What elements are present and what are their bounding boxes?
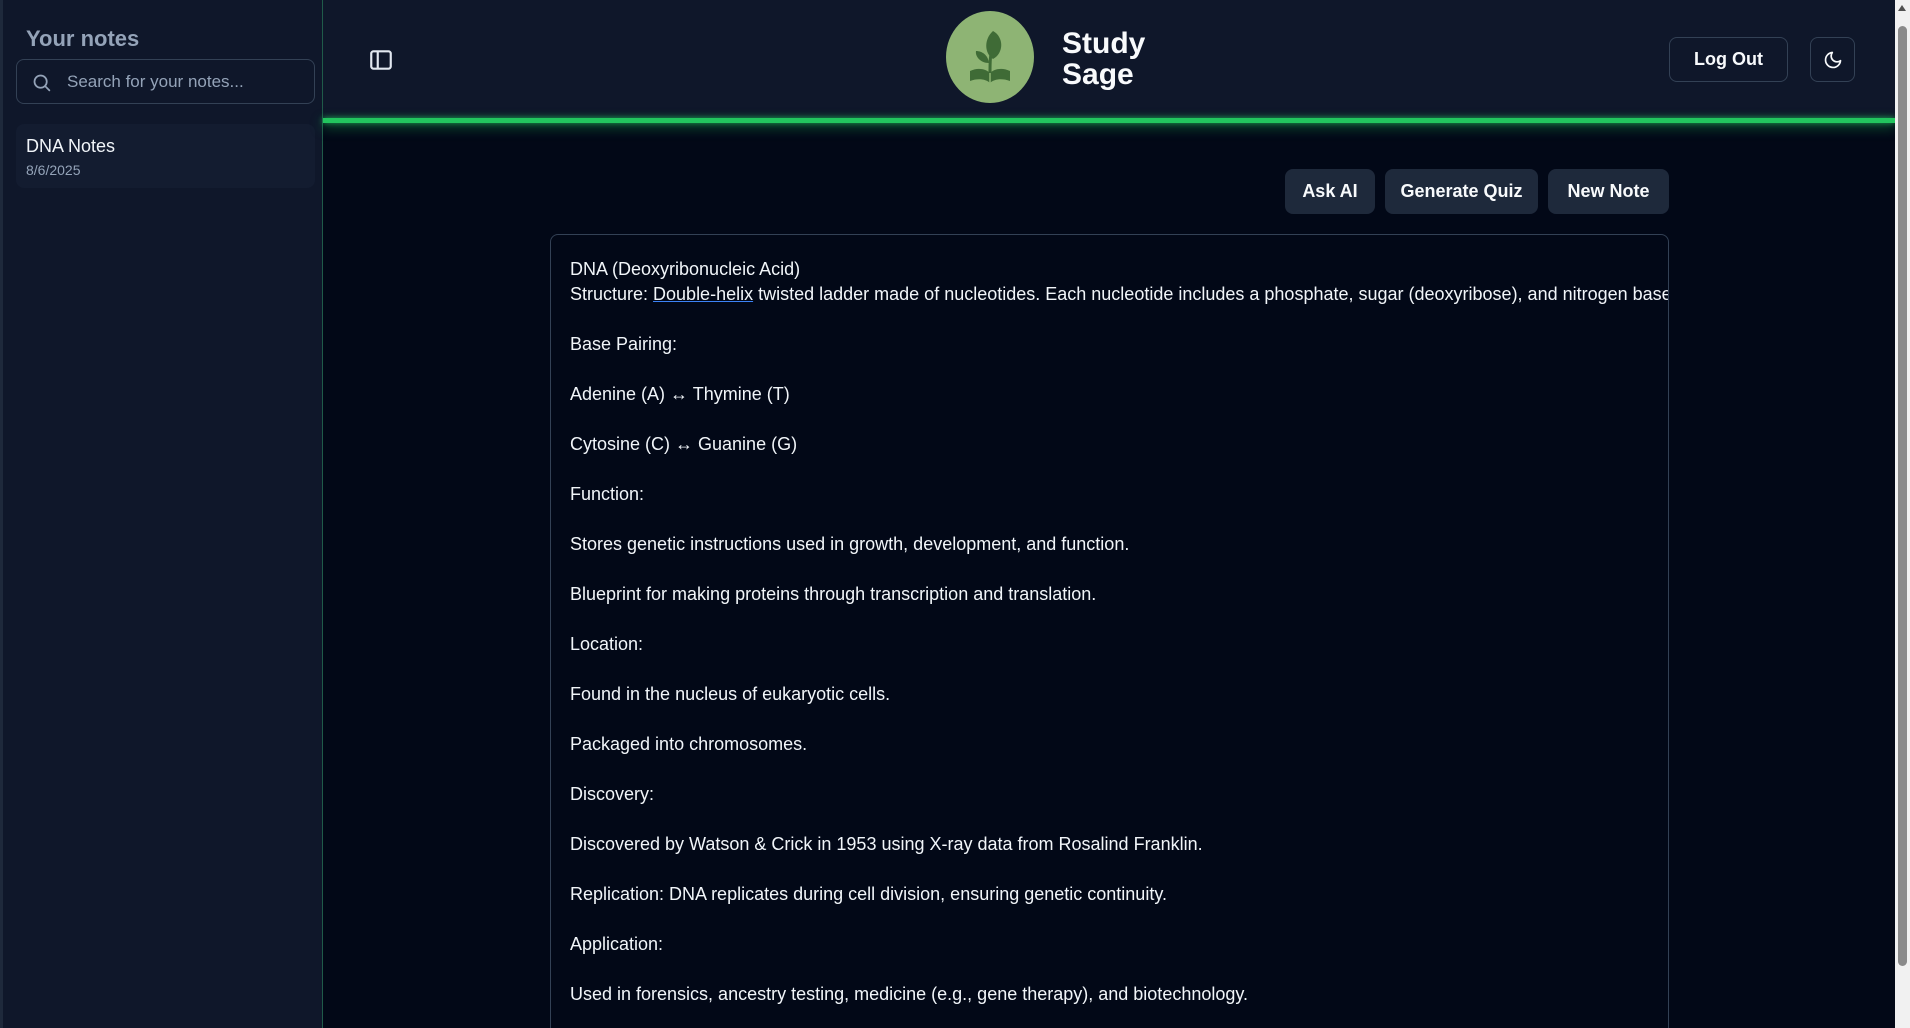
note-editor[interactable]: DNA (Deoxyribonucleic Acid) Structure: D… — [550, 234, 1669, 1028]
search-icon — [33, 74, 51, 92]
brand-line-1: Study — [1062, 27, 1146, 60]
note-date: 8/6/2025 — [26, 162, 81, 178]
note-line: Replication: DNA replicates during cell … — [570, 884, 1167, 904]
ask-ai-button[interactable]: Ask AI — [1285, 169, 1375, 214]
note-line: Adenine (A) ↔ Thymine (T) — [570, 384, 790, 404]
note-line: Cytosine (C) ↔ Guanine (G) — [570, 434, 798, 454]
note-line: DNA (Deoxyribonucleic Acid) — [570, 259, 801, 279]
generate-quiz-button[interactable]: Generate Quiz — [1385, 169, 1538, 214]
note-line: Structure: Double-helix twisted ladder m… — [570, 282, 1668, 307]
note-line: Packaged into chromosomes. — [570, 734, 808, 754]
new-note-button[interactable]: New Note — [1548, 169, 1669, 214]
brand-line-2: Sage — [1062, 58, 1134, 91]
note-line: Stores genetic instructions used in grow… — [570, 534, 1130, 554]
header-accent-line — [323, 118, 1895, 123]
scrollbar-thumb[interactable] — [1898, 26, 1907, 966]
page-scrollbar[interactable] — [1895, 0, 1910, 1028]
panel-left-icon[interactable] — [368, 47, 394, 73]
note-line: Location: — [570, 634, 644, 654]
note-line: Found in the nucleus of eukaryotic cells… — [570, 684, 891, 704]
leaf-book-logo-icon — [970, 31, 1010, 83]
note-list-item[interactable]: DNA Notes 8/6/2025 — [16, 124, 315, 188]
scroll-up-arrow-icon[interactable] — [1898, 5, 1906, 11]
note-line: Discovery: — [570, 784, 655, 804]
moon-icon — [1824, 51, 1841, 68]
note-text: Structure: — [570, 284, 654, 304]
note-line: Base Pairing: — [570, 334, 678, 354]
spellcheck-underlined-word: Double-helix — [653, 284, 754, 304]
note-text: twisted ladder made of nucleotides. Each… — [753, 284, 1669, 304]
note-title: DNA Notes — [26, 136, 116, 156]
sidebar-title: Your notes — [26, 26, 140, 51]
note-line: Application: — [570, 934, 664, 954]
note-line: Blueprint for making proteins through tr… — [570, 584, 1097, 604]
brand-name: Study Sage — [1062, 28, 1145, 90]
note-line: Used in forensics, ancestry testing, med… — [570, 984, 1249, 1004]
app-root: Your notes DNA Notes 8/6/2025 — [0, 0, 1910, 1028]
search-box[interactable] — [16, 59, 315, 104]
logout-button[interactable]: Log Out — [1669, 37, 1788, 82]
note-line: Discovered by Watson & Crick in 1953 usi… — [570, 834, 1203, 854]
note-line: Function: — [570, 484, 645, 504]
logo[interactable] — [946, 11, 1034, 103]
theme-toggle-button[interactable] — [1810, 37, 1855, 82]
sidebar: Your notes DNA Notes 8/6/2025 — [0, 0, 323, 1028]
search-input[interactable] — [67, 60, 307, 103]
